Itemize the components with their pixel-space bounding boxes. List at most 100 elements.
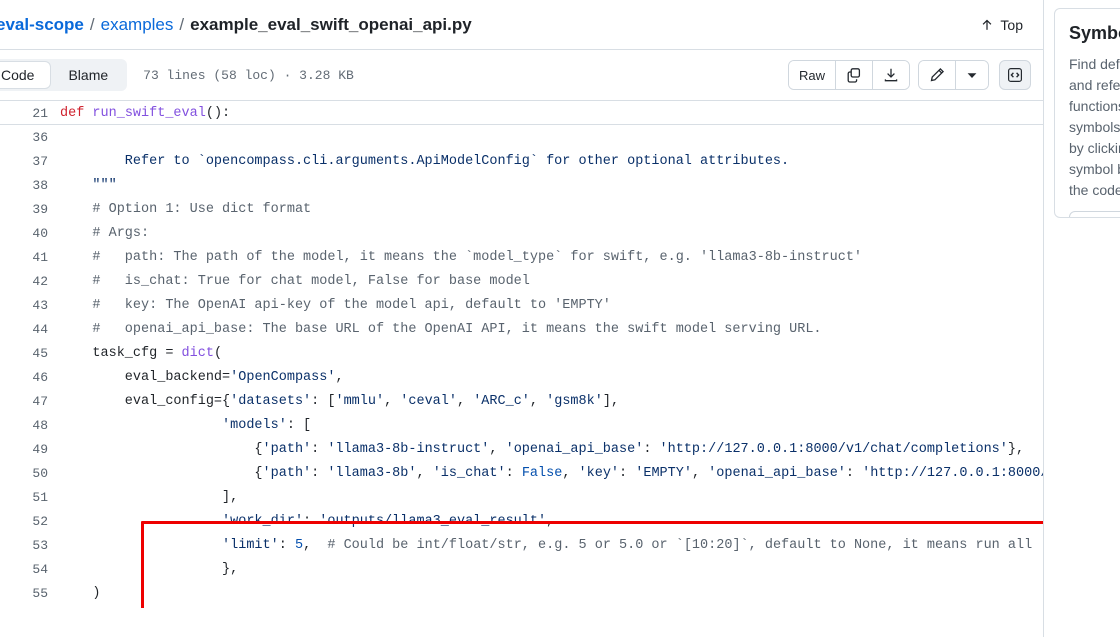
edit-file-button[interactable]	[919, 61, 956, 89]
code-token: :	[505, 465, 522, 481]
line-number[interactable]: 48	[0, 418, 60, 433]
line-number[interactable]: 55	[0, 586, 60, 601]
line-number[interactable]: 46	[0, 370, 60, 385]
code-token: ,	[335, 369, 344, 385]
line-number[interactable]: 43	[0, 298, 60, 313]
line-code: eval_config={'datasets': ['mmlu', 'ceval…	[60, 394, 619, 409]
scroll-to-top-label: Top	[1000, 16, 1023, 33]
line-number[interactable]: 36	[0, 130, 60, 145]
code-token: 5	[294, 537, 304, 553]
code-line: 37 Refer to `opencompass.cli.arguments.A…	[0, 149, 1043, 173]
line-number[interactable]: 44	[0, 322, 60, 337]
code-line: 49 {'path': 'llama3-8b-instruct', 'opena…	[0, 437, 1043, 461]
line-number[interactable]: 39	[0, 202, 60, 217]
code-token: """	[60, 177, 117, 193]
code-token: 'ceval'	[400, 393, 457, 409]
code-token: ],	[602, 393, 620, 409]
symbols-card: Symbols Find definitions and references …	[1054, 8, 1120, 218]
code-token: )	[60, 585, 101, 601]
raw-button[interactable]: Raw	[788, 61, 836, 89]
code-line: 52 'work_dir': 'outputs/llama3_eval_resu…	[0, 509, 1043, 533]
line-number[interactable]: 47	[0, 394, 60, 409]
line-number[interactable]: 54	[0, 562, 60, 577]
code-token: 'mmlu'	[335, 393, 385, 409]
code-token: 'work_dir'	[222, 513, 304, 529]
code-token: # key: The OpenAI api-key of the model a…	[60, 297, 611, 313]
line-code: # is_chat: True for chat model, False fo…	[60, 274, 530, 289]
code-line: 48 'models': [	[0, 413, 1043, 437]
line-code: """	[60, 177, 117, 193]
line-code: eval_backend='OpenCompass',	[60, 370, 344, 385]
tab-code[interactable]: Code	[0, 61, 52, 89]
line-number[interactable]: 38	[0, 178, 60, 193]
code-token: # Option 1: Use dict format	[60, 201, 312, 217]
code-token: 'EMPTY'	[635, 465, 692, 481]
tab-blame[interactable]: Blame	[51, 61, 125, 89]
edit-group	[918, 60, 989, 90]
breadcrumb-current-file: example_eval_swift_openai_api.py	[190, 14, 472, 34]
file-viewer-page: eval-scope / examples / example_eval_swi…	[0, 0, 1120, 637]
file-pane: eval-scope / examples / example_eval_swi…	[0, 0, 1044, 637]
copy-button[interactable]	[836, 61, 873, 89]
symbols-toggle-button[interactable]	[999, 60, 1031, 90]
line-code: # Args:	[60, 226, 149, 241]
line-number[interactable]: 50	[0, 466, 60, 481]
file-meta-text: 73 lines (58 loc) · 3.28 KB	[143, 67, 354, 83]
code-line-list: 36 37 Refer to `opencompass.cli.arguments…	[0, 125, 1043, 608]
code-line: 47 eval_config={'datasets': ['mmlu', 'ce…	[0, 389, 1043, 413]
code-token: (	[213, 345, 223, 361]
code-token: 'outputs/llama3_eval_result'	[319, 513, 547, 529]
code-token: ,	[546, 513, 555, 529]
download-button[interactable]	[873, 61, 909, 89]
line-code: },	[60, 562, 238, 577]
scroll-to-top-button[interactable]: Top	[972, 12, 1031, 38]
line-code: Refer to `opencompass.cli.arguments.ApiM…	[60, 154, 789, 169]
symbols-pane: Symbols Find definitions and references …	[1044, 0, 1120, 637]
raw-copy-download-group: Raw	[787, 60, 910, 90]
code-token: task_cfg =	[60, 345, 182, 361]
code-token: 'path'	[262, 465, 312, 481]
line-number[interactable]: 42	[0, 274, 60, 289]
line-number[interactable]: 45	[0, 346, 60, 361]
code-token: 'key'	[578, 465, 620, 481]
symbols-filter[interactable]	[1069, 211, 1120, 218]
line-number[interactable]: 40	[0, 226, 60, 241]
code-brackets-icon	[1007, 67, 1023, 83]
code-token: ,	[384, 393, 401, 409]
line-code: # path: The path of the model, it means …	[60, 250, 862, 265]
code-token: 'models'	[222, 417, 287, 433]
code-line: 36	[0, 125, 1043, 149]
line-code: # openai_api_base: The base URL of the O…	[60, 322, 821, 337]
line-code: {'path': 'llama3-8b-instruct', 'openai_a…	[60, 442, 1024, 457]
code-token: 'datasets'	[230, 393, 312, 409]
line-number[interactable]: 37	[0, 154, 60, 169]
breadcrumb-repo-link[interactable]: eval-scope	[0, 15, 84, 35]
code-token: : [	[311, 393, 336, 409]
code-token: eval_config={	[60, 393, 231, 409]
code-token: },	[1007, 441, 1025, 457]
code-line: 45 task_cfg = dict(	[0, 341, 1043, 365]
edit-dropdown-button[interactable]	[956, 61, 988, 89]
code-token: :	[278, 537, 295, 553]
code-blame-tabs: Code Blame	[0, 59, 128, 91]
pencil-icon	[929, 67, 945, 83]
code-token: 'llama3-8b-instruct'	[327, 441, 490, 457]
line-number[interactable]: 49	[0, 442, 60, 457]
line-number[interactable]: 51	[0, 490, 60, 505]
code-content: 36 37 Refer to `opencompass.cli.arguments…	[0, 125, 1043, 608]
download-icon	[883, 67, 899, 83]
line-number[interactable]: 41	[0, 250, 60, 265]
filter-icon	[1078, 217, 1093, 218]
code-token: ,	[457, 393, 474, 409]
line-number[interactable]: 52	[0, 514, 60, 529]
code-token: 'ARC_c'	[473, 393, 530, 409]
line-code: ],	[60, 490, 238, 505]
symbols-title: Symbols	[1069, 23, 1120, 43]
code-token: # path: The path of the model, it means …	[60, 249, 863, 265]
breadcrumb-folder-link[interactable]: examples	[101, 15, 174, 35]
line-code: )	[60, 585, 101, 601]
code-token: ,	[562, 465, 579, 481]
line-number[interactable]: 53	[0, 538, 60, 553]
sticky-definition-line: 21 def run_swift_eval():	[0, 101, 1043, 125]
